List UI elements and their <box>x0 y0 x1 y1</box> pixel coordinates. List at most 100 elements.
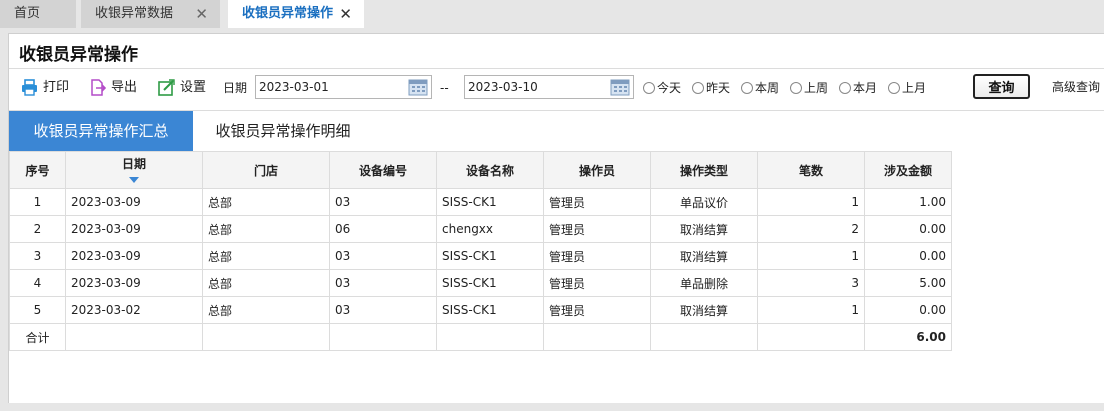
close-icon[interactable]: ✕ <box>195 0 208 28</box>
cell-store: 总部 <box>202 269 330 297</box>
radio-circle[interactable] <box>692 82 704 94</box>
export-label: 导出 <box>111 80 138 95</box>
cell-operator: 管理员 <box>543 242 651 270</box>
table-row[interactable]: 5 2023-03-02 总部 03 SISS-CK1 管理员 取消结算 1 0… <box>9 296 952 324</box>
calendar-icon[interactable] <box>610 78 630 96</box>
cell-empty <box>436 323 544 351</box>
export-button[interactable]: 导出 <box>89 78 149 98</box>
date-from-field[interactable] <box>255 75 432 99</box>
col-header-label: 日期 <box>121 157 146 171</box>
cell-date: 2023-03-09 <box>65 269 203 297</box>
cell-operator: 管理员 <box>543 269 651 297</box>
cell-device-name: SISS-CK1 <box>436 269 544 297</box>
cell-amount: 0.00 <box>864 296 952 324</box>
date-separator: -- <box>440 81 449 95</box>
cell-amount: 0.00 <box>864 242 952 270</box>
radio-label: 上月 <box>902 81 927 95</box>
cell-device-code: 03 <box>329 242 437 270</box>
cell-device-name: SISS-CK1 <box>436 242 544 270</box>
radio-label: 上周 <box>804 81 829 95</box>
advanced-query-link[interactable]: 高级查询 <box>1052 78 1100 95</box>
radio-circle[interactable] <box>643 82 655 94</box>
radio-last-week[interactable]: 上周 <box>790 79 834 97</box>
table-row[interactable]: 1 2023-03-09 总部 03 SISS-CK1 管理员 单品议价 1 1… <box>9 188 952 216</box>
subtab-summary[interactable]: 收银员异常操作汇总 <box>9 111 193 151</box>
table-row[interactable]: 2 2023-03-09 总部 06 chengxx 管理员 取消结算 2 0.… <box>9 215 952 243</box>
cell-device-code: 03 <box>329 296 437 324</box>
cell-empty <box>65 323 203 351</box>
cell-count: 2 <box>757 215 865 243</box>
subtab-detail[interactable]: 收银员异常操作明细 <box>193 111 373 151</box>
cell-empty <box>329 323 437 351</box>
cell-operation-type: 取消结算 <box>650 242 758 270</box>
page-title: 收银员异常操作 <box>19 45 138 65</box>
radio-this-month[interactable]: 本月 <box>839 79 883 97</box>
tab-cashier-exception-ops[interactable]: 收银员异常操作 ✕ <box>228 0 364 28</box>
date-to-field[interactable] <box>464 75 634 99</box>
total-amount: 6.00 <box>864 323 952 351</box>
settings-button[interactable]: 设置 <box>158 78 218 98</box>
col-header-count[interactable]: 笔数 <box>757 151 865 189</box>
query-button[interactable]: 查询 <box>973 74 1030 99</box>
table-row[interactable]: 3 2023-03-09 总部 03 SISS-CK1 管理员 取消结算 1 0… <box>9 242 952 270</box>
cell-date: 2023-03-09 <box>65 215 203 243</box>
table-total-row: 合计 6.00 <box>9 323 952 351</box>
col-header-device-code[interactable]: 设备编号 <box>329 151 437 189</box>
calendar-icon[interactable] <box>408 78 428 96</box>
radio-label: 今天 <box>657 81 682 95</box>
cell-index: 1 <box>9 188 66 216</box>
radio-last-month[interactable]: 上月 <box>888 79 932 97</box>
data-table: 序号 日期 门店 设备编号 设备名称 操作员 操作类型 笔数 涉及金额 1 20… <box>9 151 952 351</box>
cell-empty <box>543 323 651 351</box>
cell-operation-type: 单品议价 <box>650 188 758 216</box>
radio-this-week[interactable]: 本周 <box>741 79 785 97</box>
tab-home[interactable]: 首页 <box>0 0 76 28</box>
col-header-store[interactable]: 门店 <box>202 151 330 189</box>
cell-count: 1 <box>757 188 865 216</box>
col-header-device-name[interactable]: 设备名称 <box>436 151 544 189</box>
tab-label: 收银异常数据 <box>95 6 174 21</box>
date-from-input[interactable] <box>256 76 396 98</box>
cell-index: 3 <box>9 242 66 270</box>
radio-today[interactable]: 今天 <box>643 79 687 97</box>
cell-amount: 5.00 <box>864 269 952 297</box>
cell-amount: 0.00 <box>864 215 952 243</box>
close-icon[interactable]: ✕ <box>339 0 352 28</box>
tab-cashier-exception-data[interactable]: 收银异常数据 ✕ <box>81 0 220 28</box>
cell-store: 总部 <box>202 215 330 243</box>
date-to-input[interactable] <box>465 76 605 98</box>
sort-desc-icon[interactable] <box>129 177 139 183</box>
print-label: 打印 <box>43 80 70 95</box>
date-label: 日期 <box>223 81 248 95</box>
cell-operator: 管理员 <box>543 215 651 243</box>
cell-device-code: 06 <box>329 215 437 243</box>
col-header-index[interactable]: 序号 <box>9 151 66 189</box>
cell-date: 2023-03-02 <box>65 296 203 324</box>
cell-empty <box>650 323 758 351</box>
radio-circle[interactable] <box>839 82 851 94</box>
table-header-row: 序号 日期 门店 设备编号 设备名称 操作员 操作类型 笔数 涉及金额 <box>9 151 952 189</box>
col-header-amount[interactable]: 涉及金额 <box>864 151 952 189</box>
radio-circle[interactable] <box>790 82 802 94</box>
cell-operation-type: 取消结算 <box>650 215 758 243</box>
radio-yesterday[interactable]: 昨天 <box>692 79 736 97</box>
cell-date: 2023-03-09 <box>65 242 203 270</box>
col-header-date[interactable]: 日期 <box>65 151 203 189</box>
cell-store: 总部 <box>202 188 330 216</box>
col-header-operator[interactable]: 操作员 <box>543 151 651 189</box>
cell-device-name: chengxx <box>436 215 544 243</box>
radio-circle[interactable] <box>741 82 753 94</box>
radio-label: 本月 <box>853 81 878 95</box>
settings-label: 设置 <box>180 80 207 95</box>
print-button[interactable]: 打印 <box>21 78 81 98</box>
radio-circle[interactable] <box>888 82 900 94</box>
col-header-operation-type[interactable]: 操作类型 <box>650 151 758 189</box>
cell-device-code: 03 <box>329 188 437 216</box>
cell-device-code: 03 <box>329 269 437 297</box>
cell-operation-type: 取消结算 <box>650 296 758 324</box>
radio-label: 本周 <box>755 81 780 95</box>
table-row[interactable]: 4 2023-03-09 总部 03 SISS-CK1 管理员 单品删除 3 5… <box>9 269 952 297</box>
cell-index: 4 <box>9 269 66 297</box>
cell-operator: 管理员 <box>543 296 651 324</box>
cell-operator: 管理员 <box>543 188 651 216</box>
